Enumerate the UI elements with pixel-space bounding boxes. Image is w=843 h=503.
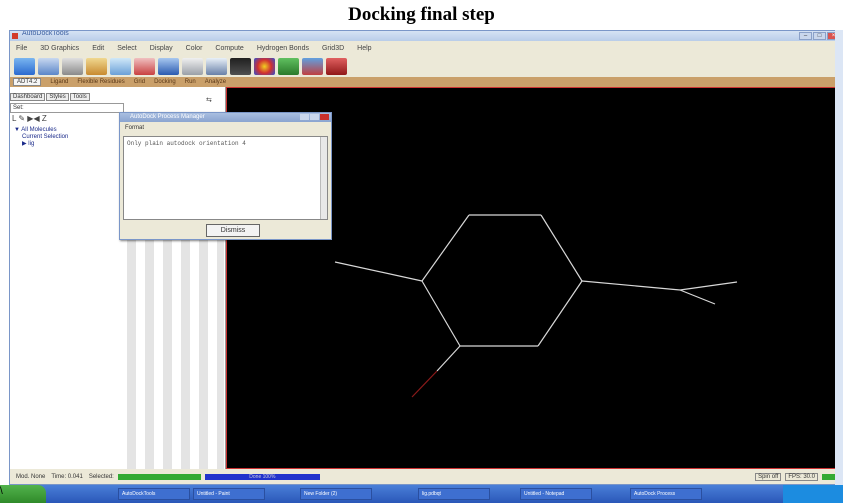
progress-bar — [117, 473, 201, 480]
background-icon[interactable] — [230, 57, 251, 75]
bond-line — [411, 370, 438, 398]
tree-label: All Molecules — [21, 127, 57, 133]
tree-item-lig[interactable]: ▶ lig — [14, 141, 68, 148]
taskbar-item[interactable]: New Folder (2) — [300, 488, 372, 500]
toolbar — [10, 55, 842, 77]
pick-icon[interactable] — [62, 57, 83, 75]
dialog-controls — [300, 114, 329, 120]
tab-grid[interactable]: Grid — [134, 79, 145, 85]
tab-tools[interactable]: Tools — [69, 93, 90, 101]
pin-icon[interactable]: ⇆ — [206, 96, 212, 104]
process-manager-dialog: AutoDock Process Manager Format Only pla… — [119, 112, 332, 240]
minimize-icon[interactable]: – — [799, 32, 812, 40]
undo-icon[interactable] — [134, 57, 155, 75]
taskbar-item[interactable]: lig.pdbqt — [418, 488, 490, 500]
spheres-icon[interactable] — [302, 57, 323, 75]
window-title: AutoDockTools — [22, 30, 69, 37]
menu-help[interactable]: Help — [357, 45, 371, 52]
tab-styles[interactable]: Styles — [46, 93, 69, 101]
open-icon[interactable] — [14, 57, 35, 75]
process-output-text: Only plain autodock orientation 4 — [127, 140, 246, 147]
menu-edit[interactable]: Edit — [92, 45, 104, 52]
mod-status: Mod. None — [16, 473, 46, 480]
status-right: Spin off FPS: 30.0 — [755, 472, 842, 481]
menu-hydrogen-bonds[interactable]: Hydrogen Bonds — [257, 45, 309, 52]
tree-label: Current Selection — [22, 134, 69, 140]
menu-bar: File 3D Graphics Edit Select Display Col… — [10, 41, 842, 55]
window-controls: – □ × — [799, 32, 840, 40]
taskbar-item[interactable]: AutoDock Process — [630, 488, 702, 500]
tab-adt[interactable]: ADT4.2 — [13, 78, 42, 86]
tab-flexible-residues[interactable]: Flexible Residues — [77, 79, 124, 85]
taskbar: AutoDockTools Untitled - Paint New Folde… — [0, 485, 843, 503]
tab-run[interactable]: Run — [185, 79, 196, 85]
menu-file[interactable]: File — [16, 45, 27, 52]
fps-readout: FPS: 30.0 — [785, 472, 818, 481]
selected-status: Selected: — [88, 473, 114, 480]
bond-icon[interactable] — [158, 57, 179, 75]
close-icon[interactable] — [320, 114, 329, 120]
line-icon[interactable] — [182, 57, 203, 75]
molecule-bonds — [334, 214, 738, 398]
maximize-icon[interactable] — [310, 114, 319, 120]
ribbon-icon[interactable] — [278, 57, 299, 75]
title-bar: AutoDockTools – □ × — [10, 31, 842, 41]
tab-analyze[interactable]: Analyze — [205, 79, 226, 85]
dismiss-button[interactable]: Dismiss — [206, 224, 260, 237]
taskbar-item[interactable]: AutoDockTools — [118, 488, 190, 500]
app-window: AutoDockTools – □ × File 3D Graphics Edi… — [9, 30, 843, 485]
bond-line — [540, 214, 583, 282]
zoom-icon[interactable] — [110, 57, 131, 75]
start-button[interactable] — [0, 485, 46, 503]
taskbar-item[interactable]: Untitled - Notepad — [520, 488, 592, 500]
tree-label: lig — [28, 141, 35, 147]
status-bar: Mod. None Time: 0.041 Selected: Done 100… — [10, 469, 842, 484]
menu-compute[interactable]: Compute — [215, 45, 243, 52]
dialog-menu-format[interactable]: Format — [125, 125, 144, 131]
set-input[interactable]: Set: — [10, 103, 124, 113]
time-status: Time: 0.041 — [51, 473, 83, 480]
menu-color[interactable]: Color — [186, 45, 203, 52]
bond-line — [679, 281, 738, 291]
bond-line — [581, 280, 681, 291]
tree-item-current-selection[interactable]: Current Selection — [14, 134, 68, 141]
bond-line — [421, 280, 461, 347]
grid-icon[interactable] — [206, 57, 227, 75]
process-output[interactable]: Only plain autodock orientation 4 — [123, 136, 328, 220]
menu-3d-graphics[interactable]: 3D Graphics — [40, 45, 79, 52]
edge-glyph: \ — [0, 486, 3, 497]
bond-line — [421, 214, 470, 282]
spin-control[interactable]: Spin off — [755, 472, 782, 481]
panel-tabs: Dashboard Styles Tools — [10, 93, 90, 101]
menu-select[interactable]: Select — [117, 45, 136, 52]
taskbar-item[interactable]: Untitled - Paint — [193, 488, 265, 500]
menu-display[interactable]: Display — [150, 45, 173, 52]
scrollbar[interactable] — [320, 137, 327, 219]
menu-grid3d[interactable]: Grid3D — [322, 45, 344, 52]
molecule-tree: ▼ All Molecules Current Selection ▶ lig — [14, 127, 68, 148]
minimize-icon[interactable] — [300, 114, 309, 120]
bond-line — [436, 345, 461, 372]
tab-ligand[interactable]: Ligand — [50, 79, 68, 85]
bond-line — [334, 261, 423, 282]
maximize-icon[interactable]: □ — [813, 32, 826, 40]
color-icon[interactable] — [254, 57, 275, 75]
bond-line — [537, 280, 583, 347]
tab-dashboard[interactable]: Dashboard — [10, 93, 46, 101]
app-icon — [12, 33, 18, 39]
bond-line — [679, 289, 716, 305]
save-icon[interactable] — [38, 57, 59, 75]
done-indicator: Done 100% — [204, 473, 320, 480]
selection-tools[interactable]: L ✎ ▶◀ Z — [12, 114, 47, 123]
tree-item-all-molecules[interactable]: ▼ All Molecules — [14, 127, 68, 134]
module-tabs: ADT4.2 Ligand Flexible Residues Grid Doc… — [10, 77, 842, 87]
system-tray — [783, 485, 843, 503]
pencil-icon[interactable] — [86, 57, 107, 75]
surface-icon[interactable] — [326, 57, 347, 75]
desktop-edge — [835, 30, 843, 485]
figure-caption: Docking final step — [348, 4, 495, 25]
tab-docking[interactable]: Docking — [154, 79, 176, 85]
